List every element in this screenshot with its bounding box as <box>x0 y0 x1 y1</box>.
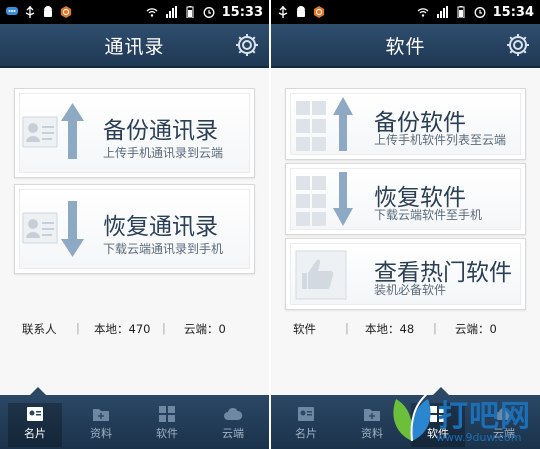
stats-local: 本地：470 <box>94 322 151 336</box>
app-notification-icon <box>313 6 325 18</box>
stats-row: 联系人 | 本地：470 | 云端：0 <box>0 318 269 338</box>
tab-profile[interactable]: 资料 <box>68 401 134 447</box>
apps-download-icon <box>296 172 353 226</box>
tab-apps[interactable]: 软件 <box>134 401 200 447</box>
chat-notification-icon <box>6 7 18 15</box>
watermark-url: www.9duw.com <box>436 431 522 444</box>
apps-icon <box>159 406 175 422</box>
restore-contacts-card[interactable]: 恢复通讯录 下载云端通讯录到手机 <box>14 184 255 274</box>
software-screen: 15:34 软件 备份软件 上传手机软件列表至云端 恢复软件 下载云端软件至手机… <box>271 0 540 449</box>
backup-apps-card[interactable]: 备份软件 上传手机软件列表至云端 <box>285 88 526 160</box>
card-subtitle: 上传手机通讯录到云端 <box>103 146 224 160</box>
thumbs-up-icon <box>295 250 347 300</box>
hot-apps-card[interactable]: 查看热门软件 装机必备软件 <box>285 238 526 310</box>
card-title: 备份通讯录 <box>103 118 218 144</box>
tab-cloud[interactable]: 云端 <box>200 401 266 447</box>
card-icon <box>27 407 43 421</box>
header-bar: 通讯录 <box>0 24 269 68</box>
contact-download-icon <box>22 201 84 257</box>
stats-cloud: 云端：0 <box>184 322 226 336</box>
android-icon <box>297 6 305 17</box>
tab-label: 资料 <box>90 427 112 440</box>
stats-local: 本地：48 <box>365 322 415 336</box>
page-title: 软件 <box>385 35 426 58</box>
contacts-screen: 15:33 通讯录 备份通讯录 上传手机通讯录到云端 恢复通讯录 下载云端通讯录… <box>0 0 269 449</box>
signal-icon <box>165 6 177 18</box>
android-icon <box>44 6 52 17</box>
wifi-icon <box>146 8 158 17</box>
battery-icon <box>186 6 194 18</box>
folder-icon <box>364 409 380 421</box>
watermark-text: 打吧网 <box>438 399 531 434</box>
tab-label: 云端 <box>222 427 244 440</box>
contact-upload-icon <box>22 103 84 159</box>
status-time: 15:33 <box>221 4 263 20</box>
restore-apps-card[interactable]: 恢复软件 下载云端软件至手机 <box>285 163 526 235</box>
header-bar: 软件 <box>271 24 540 68</box>
stats-label: 联系人 <box>22 322 57 336</box>
alarm-icon <box>474 7 486 18</box>
signal-icon <box>436 6 448 18</box>
cloud-icon <box>224 407 243 420</box>
folder-icon <box>93 409 109 421</box>
stats-separator: | <box>433 321 437 335</box>
main-content: 备份通讯录 上传手机通讯录到云端 恢复通讯录 下载云端通讯录到手机 联系人 | … <box>0 68 269 395</box>
tab-card[interactable]: 名片 <box>2 401 68 447</box>
tab-card[interactable]: 名片 <box>273 401 339 447</box>
bottom-tab-bar: 名片 资料 软件 云端 <box>0 387 269 449</box>
usb-icon <box>25 6 35 18</box>
settings-gear-icon[interactable] <box>505 32 531 58</box>
active-tab-pointer <box>30 387 46 395</box>
settings-gear-icon[interactable] <box>234 32 260 58</box>
card-subtitle: 上传手机软件列表至云端 <box>374 133 507 147</box>
tab-label: 名片 <box>295 427 317 440</box>
status-time: 15:34 <box>492 4 534 20</box>
battery-icon <box>457 6 465 18</box>
card-subtitle: 下载云端通讯录到手机 <box>103 242 224 256</box>
card-subtitle: 装机必备软件 <box>374 283 447 297</box>
main-content: 备份软件 上传手机软件列表至云端 恢复软件 下载云端软件至手机 查看热门软件 装… <box>271 68 540 395</box>
page-title: 通讯录 <box>104 35 165 58</box>
stats-separator: | <box>76 321 80 335</box>
stats-separator: | <box>345 321 349 335</box>
stats-label: 软件 <box>293 322 316 336</box>
status-bar: 15:34 <box>271 0 540 24</box>
tab-label: 软件 <box>156 427 178 440</box>
status-bar: 15:33 <box>0 0 269 24</box>
leaf-logo-icon <box>393 392 431 442</box>
wifi-icon <box>417 8 429 17</box>
apps-upload-icon <box>296 97 353 151</box>
tab-label: 名片 <box>24 427 46 440</box>
card-subtitle: 下载云端软件至手机 <box>374 208 483 222</box>
stats-separator: | <box>162 321 166 335</box>
stats-cloud: 云端：0 <box>455 322 497 336</box>
alarm-icon <box>203 7 215 18</box>
stats-row: 软件 | 本地：48 | 云端：0 <box>271 318 540 338</box>
card-title: 恢复通讯录 <box>103 214 218 240</box>
app-notification-icon <box>60 6 72 18</box>
usb-icon <box>278 6 288 18</box>
site-watermark: 打吧网 www.9duw.com <box>380 383 540 449</box>
card-icon <box>298 407 314 421</box>
backup-contacts-card[interactable]: 备份通讯录 上传手机通讯录到云端 <box>14 88 255 178</box>
